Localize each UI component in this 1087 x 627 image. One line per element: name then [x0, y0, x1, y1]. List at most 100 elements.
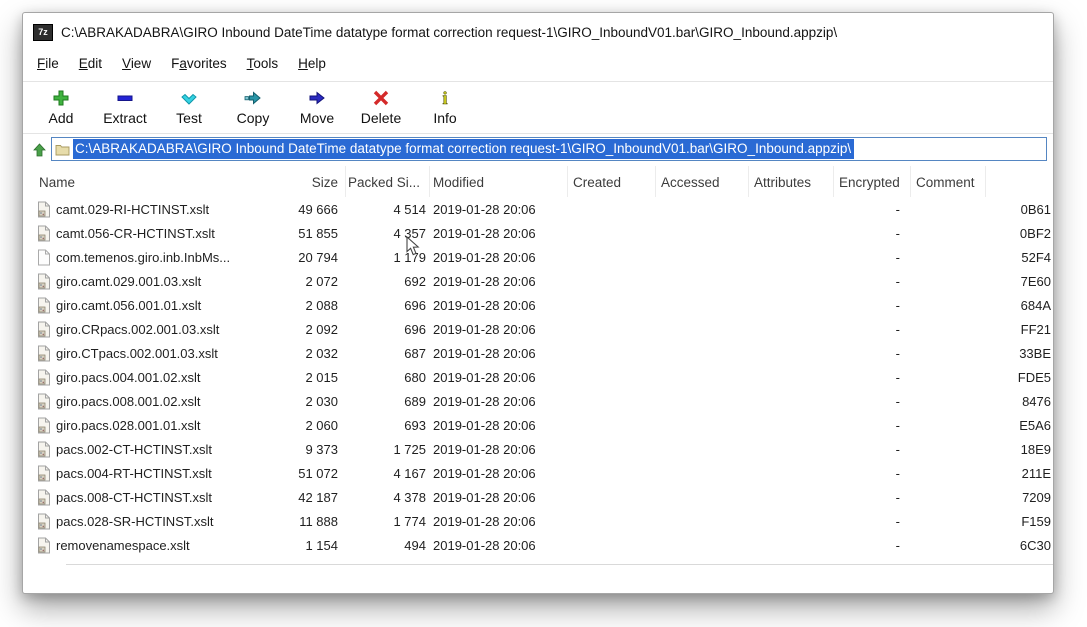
extract-button[interactable]: Extract	[93, 85, 157, 128]
table-row[interactable]: giro.pacs.004.001.02.xslt2 0156802019-01…	[23, 366, 1053, 390]
file-name[interactable]: giro.camt.056.001.01.xslt	[56, 298, 201, 313]
xslt-file-icon	[37, 537, 51, 557]
menu-item-file[interactable]: File	[27, 51, 69, 79]
table-row[interactable]: pacs.004-RT-HCTINST.xslt51 0724 1672019-…	[23, 462, 1053, 486]
file-encrypted: -	[839, 298, 900, 313]
column-divider[interactable]	[567, 166, 568, 197]
table-row[interactable]: camt.029-RI-HCTINST.xslt49 6664 5142019-…	[23, 198, 1053, 222]
file-packed-size: 4 514	[346, 202, 426, 217]
file-name[interactable]: camt.029-RI-HCTINST.xslt	[56, 202, 209, 217]
move-button-label: Move	[300, 110, 334, 126]
file-packed-size: 4 378	[346, 490, 426, 505]
column-divider[interactable]	[655, 166, 656, 197]
file-packed-size: 689	[346, 394, 426, 409]
column-divider[interactable]	[985, 166, 986, 197]
xslt-file-icon	[37, 441, 51, 461]
file-list: camt.029-RI-HCTINST.xslt 49 666 4 514 2019-…	[23, 198, 1053, 593]
move-button[interactable]: Move	[285, 85, 349, 128]
file-size: 9 373	[248, 442, 338, 457]
column-header-created[interactable]: Created	[573, 175, 621, 190]
move-arrow-icon	[307, 87, 327, 109]
add-plus-icon	[51, 87, 71, 109]
up-one-level-button[interactable]	[31, 141, 48, 158]
file-name[interactable]: pacs.002-CT-HCTINST.xslt	[56, 442, 212, 457]
seven-zip-window: 7z C:\ABRAKADABRA\GIRO Inbound DateTime …	[22, 12, 1054, 594]
xslt-file-icon	[37, 513, 51, 533]
delete-button[interactable]: Delete	[349, 85, 413, 128]
file-modified: 2019-01-28 20:06	[433, 370, 536, 385]
file-encrypted: -	[839, 466, 900, 481]
table-row[interactable]: pacs.002-CT-HCTINST.xslt 9 373 1 725 2019-0…	[23, 438, 1053, 462]
menu-item-tools[interactable]: Tools	[237, 51, 289, 79]
column-divider[interactable]	[910, 166, 911, 197]
file-name[interactable]: removenamespace.xslt	[56, 538, 190, 553]
file-packed-size: 1 725	[346, 442, 426, 457]
column-header-comment[interactable]: Comment	[916, 175, 975, 190]
column-divider[interactable]	[429, 166, 430, 197]
file-encrypted: -	[839, 202, 900, 217]
menu-item-edit[interactable]: Edit	[69, 51, 112, 79]
file-encrypted: -	[839, 490, 900, 505]
table-row[interactable]: giro.camt.029.001.03.xslt2 0726922019-01…	[23, 270, 1053, 294]
file-name[interactable]: com.temenos.giro.inb.InbMs...	[56, 250, 230, 265]
menu-item-help[interactable]: Help	[288, 51, 336, 79]
test-button[interactable]: Test	[157, 85, 221, 128]
file-name[interactable]: giro.CTpacs.002.001.03.xslt	[56, 346, 218, 361]
add-button[interactable]: Add	[29, 85, 93, 128]
table-row[interactable]: giro.pacs.008.001.02.xslt2 0306892019-01…	[23, 390, 1053, 414]
column-header-encrypted[interactable]: Encrypted	[839, 175, 900, 190]
info-button[interactable]: i Info	[413, 85, 477, 128]
column-header-packed-size[interactable]: Packed Si...	[348, 175, 420, 190]
table-row[interactable]: giro.camt.056.001.01.xslt2 0886962019-01…	[23, 294, 1053, 318]
table-row[interactable]: giro.CRpacs.002.001.03.xslt2 0926962019-…	[23, 318, 1053, 342]
file-size: 42 187	[248, 490, 338, 505]
table-row[interactable]: camt.056-CR-HCTINST.xslt51 8554 3572019-…	[23, 222, 1053, 246]
table-row[interactable]: giro.CTpacs.002.001.03.xslt2 0326872019-…	[23, 342, 1053, 366]
table-row[interactable]: com.temenos.giro.inb.InbMs...20 7941 179…	[23, 246, 1053, 270]
extract-minus-icon	[115, 87, 135, 109]
copy-arrow-icon	[243, 87, 263, 109]
file-size: 20 794	[248, 250, 338, 265]
table-row[interactable]: removenamespace.xslt1 1544942019-01-28 2…	[23, 534, 1053, 558]
info-icon: i	[435, 87, 455, 109]
copy-button[interactable]: Copy	[221, 85, 285, 128]
extract-button-label: Extract	[103, 110, 147, 126]
address-path-selected[interactable]: C:\ABRAKADABRA\GIRO Inbound DateTime dat…	[73, 139, 854, 159]
column-header-attributes[interactable]: Attributes	[754, 175, 811, 190]
menu-item-favorites[interactable]: Favorites	[161, 51, 237, 79]
file-crc: E5A6	[1006, 418, 1051, 433]
column-header-size[interactable]: Size	[263, 175, 338, 190]
file-name[interactable]: giro.pacs.004.001.02.xslt	[56, 370, 201, 385]
column-header-modified[interactable]: Modified	[433, 175, 484, 190]
file-name[interactable]: camt.056-CR-HCTINST.xslt	[56, 226, 215, 241]
file-size: 49 666	[248, 202, 338, 217]
column-header-accessed[interactable]: Accessed	[661, 175, 720, 190]
address-bar-input[interactable]: C:\ABRAKADABRA\GIRO Inbound DateTime dat…	[51, 137, 1047, 161]
file-name[interactable]: pacs.004-RT-HCTINST.xslt	[56, 466, 212, 481]
xslt-file-icon	[37, 489, 51, 509]
column-header-name[interactable]: Name	[39, 175, 75, 190]
menu-separator	[23, 81, 1053, 82]
column-divider[interactable]	[748, 166, 749, 197]
file-encrypted: -	[839, 322, 900, 337]
menu-item-view[interactable]: View	[112, 51, 161, 79]
file-modified: 2019-01-28 20:06	[433, 442, 536, 457]
file-size: 2 072	[248, 274, 338, 289]
file-name[interactable]: giro.pacs.008.001.02.xslt	[56, 394, 201, 409]
column-divider[interactable]	[833, 166, 834, 197]
file-modified: 2019-01-28 20:06	[433, 394, 536, 409]
file-name[interactable]: giro.CRpacs.002.001.03.xslt	[56, 322, 219, 337]
folder-icon	[55, 143, 70, 156]
column-divider[interactable]	[345, 166, 346, 197]
file-name[interactable]: giro.camt.029.001.03.xslt	[56, 274, 201, 289]
file-modified: 2019-01-28 20:06	[433, 418, 536, 433]
xslt-file-icon	[37, 297, 51, 317]
xslt-file-icon	[37, 273, 51, 293]
file-name[interactable]: pacs.008-CT-HCTINST.xslt	[56, 490, 212, 505]
table-row[interactable]: giro.pacs.028.001.01.xslt2 0606932019-01…	[23, 414, 1053, 438]
table-row[interactable]: pacs.028-SR-HCTINST.xslt11 8881 7742019-…	[23, 510, 1053, 534]
file-size: 51 072	[248, 466, 338, 481]
file-name[interactable]: pacs.028-SR-HCTINST.xslt	[56, 514, 213, 529]
table-row[interactable]: pacs.008-CT-HCTINST.xslt42 1874 3782019-…	[23, 486, 1053, 510]
file-name[interactable]: giro.pacs.028.001.01.xslt	[56, 418, 201, 433]
